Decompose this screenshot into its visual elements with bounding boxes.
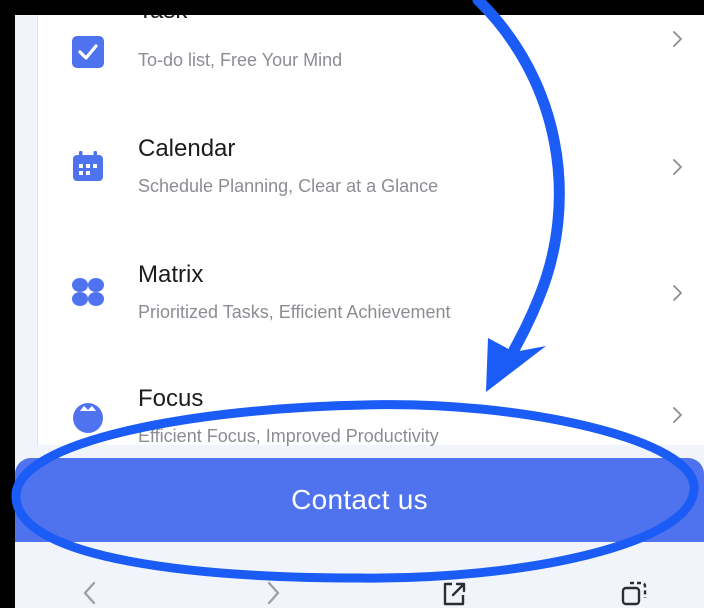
checkbox-icon xyxy=(72,36,104,68)
feature-subtitle: Efficient Focus, Improved Productivity xyxy=(138,426,439,446)
chevron-right-icon xyxy=(673,285,682,301)
app-screen: Task To-do list, Free Your Mind Calendar… xyxy=(15,15,704,608)
feature-row-calendar[interactable]: Calendar Schedule Planning, Clear at a G… xyxy=(38,111,704,237)
matrix-icon xyxy=(72,278,104,306)
chevron-right-icon xyxy=(673,159,682,175)
feature-title: Calendar xyxy=(138,135,236,162)
contact-us-button[interactable]: Contact us xyxy=(15,458,704,542)
feature-subtitle: Schedule Planning, Clear at a Glance xyxy=(138,176,439,196)
feature-title: Task xyxy=(138,15,187,25)
focus-icon xyxy=(73,403,103,433)
browser-nav-bar xyxy=(15,542,704,608)
calendar-icon xyxy=(73,151,103,181)
chevron-right-icon xyxy=(673,407,682,423)
forward-icon[interactable] xyxy=(258,578,288,608)
feature-row-task[interactable]: Task To-do list, Free Your Mind xyxy=(38,15,704,111)
feature-subtitle: To-do list, Free Your Mind xyxy=(138,50,343,70)
back-icon[interactable] xyxy=(75,578,105,608)
share-icon[interactable] xyxy=(439,578,469,608)
chevron-right-icon xyxy=(673,31,682,47)
feature-subtitle: Prioritized Tasks, Efficient Achievement xyxy=(138,302,451,322)
contact-us-label: Contact us xyxy=(291,484,428,515)
tabs-icon[interactable] xyxy=(619,578,649,608)
feature-list-card: Task To-do list, Free Your Mind Calendar… xyxy=(37,15,704,446)
feature-title: Focus xyxy=(138,385,204,412)
feature-title: Matrix xyxy=(138,261,204,288)
feature-row-matrix[interactable]: Matrix Prioritized Tasks, Efficient Achi… xyxy=(38,237,704,363)
